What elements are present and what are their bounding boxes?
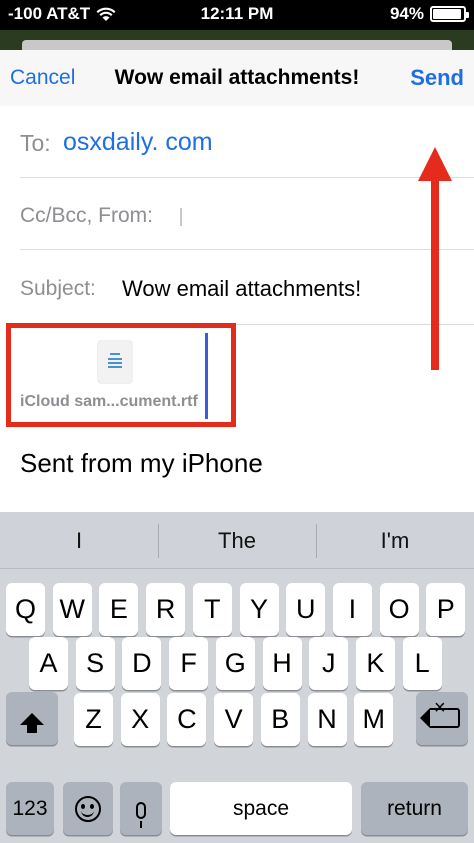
compose-title: Wow email attachments! <box>114 66 360 89</box>
microphone-icon <box>136 802 146 828</box>
annotation-highlight-box <box>6 323 236 427</box>
key-s[interactable]: S <box>75 637 115 690</box>
key-j[interactable]: J <box>309 637 349 690</box>
email-signature[interactable]: Sent from my iPhone <box>20 448 263 479</box>
annotation-arrow-shaft <box>431 170 439 370</box>
backspace-key[interactable] <box>416 692 468 745</box>
key-z[interactable]: Z <box>74 693 113 746</box>
key-t[interactable]: T <box>192 583 232 636</box>
key-r[interactable]: R <box>146 583 186 636</box>
suggestion-3[interactable]: I'm <box>316 512 474 569</box>
key-d[interactable]: D <box>122 637 162 690</box>
numbers-key[interactable]: 123 <box>6 782 54 835</box>
annotation-arrow-icon <box>418 147 452 181</box>
key-u[interactable]: U <box>286 583 326 636</box>
key-y[interactable]: Y <box>239 583 279 636</box>
key-q[interactable]: Q <box>6 583 45 636</box>
key-i[interactable]: I <box>332 583 372 636</box>
emoji-key[interactable] <box>63 782 113 835</box>
battery-percent: 94% <box>389 4 424 23</box>
subject-label: Subject: <box>20 277 96 300</box>
suggestion-1[interactable]: I <box>0 512 158 569</box>
key-x[interactable]: X <box>120 693 160 746</box>
compose-nav-bar: Cancel Wow email attachments! Send <box>0 50 474 106</box>
cc-bcc-label: Cc/Bcc, From: <box>20 204 154 227</box>
subject-value[interactable]: Wow email attachments! <box>122 276 361 302</box>
subject-field[interactable]: Subject: Wow email attachments! <box>20 251 474 325</box>
battery-fill <box>433 9 462 19</box>
key-o[interactable]: O <box>379 583 419 636</box>
key-w[interactable]: W <box>52 583 92 636</box>
key-k[interactable]: K <box>355 637 395 690</box>
compose-sheet: Cancel Wow email attachments! Send To: o… <box>0 50 474 512</box>
return-key[interactable]: return <box>361 782 468 835</box>
to-label: To: <box>20 130 51 156</box>
key-b[interactable]: B <box>260 693 300 746</box>
cc-bcc-field[interactable]: Cc/Bcc, From: <box>20 178 474 250</box>
keyboard: I The I'm QWERTYUIOP ASDFGHJKL ZXCVBNM 1… <box>0 512 474 843</box>
suggestion-bar: I The I'm <box>0 512 474 569</box>
send-button[interactable]: Send <box>410 65 464 91</box>
key-v[interactable]: V <box>214 693 254 746</box>
status-right: 94% <box>389 4 469 24</box>
key-n[interactable]: N <box>307 693 347 746</box>
shift-key[interactable] <box>6 692 58 745</box>
key-p[interactable]: P <box>426 583 466 636</box>
space-key[interactable]: space <box>170 782 352 835</box>
key-f[interactable]: F <box>169 637 209 690</box>
emoji-icon <box>75 796 101 822</box>
key-h[interactable]: H <box>262 637 302 690</box>
key-l[interactable]: L <box>402 637 442 690</box>
suggestion-2[interactable]: The <box>158 512 316 569</box>
key-c[interactable]: C <box>167 693 207 746</box>
cc-cursor <box>180 208 182 226</box>
key-g[interactable]: G <box>215 637 255 690</box>
key-e[interactable]: E <box>99 583 139 636</box>
shift-icon <box>20 713 44 733</box>
battery-icon <box>430 6 469 22</box>
key-m[interactable]: M <box>354 693 394 746</box>
backspace-icon <box>420 698 460 728</box>
to-recipient[interactable]: osxdaily. com <box>63 128 213 157</box>
status-bar: -100 AT&T 12:11 PM 94% <box>0 0 474 30</box>
to-field[interactable]: To: osxdaily. com <box>20 106 474 178</box>
key-a[interactable]: A <box>29 637 68 690</box>
dictation-key[interactable] <box>120 782 162 835</box>
